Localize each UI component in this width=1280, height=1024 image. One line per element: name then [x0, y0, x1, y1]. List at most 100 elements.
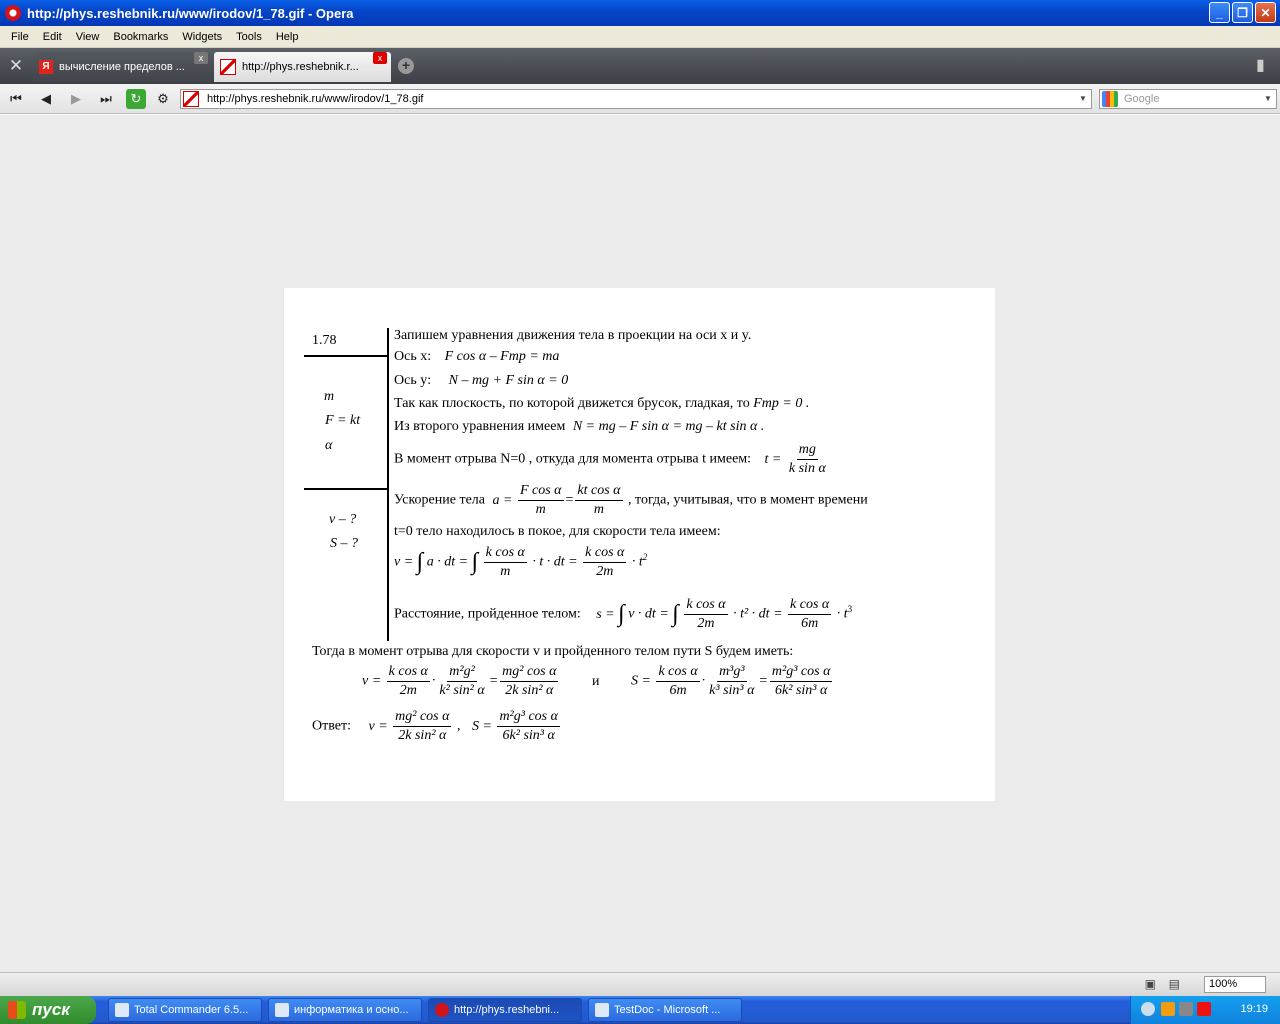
start-button[interactable]: пуск — [0, 996, 96, 1024]
menu-widgets[interactable]: Widgets — [175, 31, 229, 43]
opera-icon — [435, 1003, 449, 1017]
given-m: m — [324, 389, 335, 404]
taskbar-item[interactable]: Total Commander 6.5... — [108, 998, 262, 1022]
fraction: m²g³ cos α 6k² sin³ α — [769, 664, 833, 698]
integral-sign: ∫ — [618, 601, 625, 627]
answer-label: Ответ: — [312, 718, 351, 734]
find-s: S – ? — [330, 536, 358, 551]
equation: F cos α – Fтр = ma — [444, 349, 560, 364]
fraction: k cos α 2m — [583, 545, 627, 579]
solution-line: Из второго уравнения имеем — [394, 419, 566, 434]
windows-logo-icon — [8, 1001, 26, 1019]
given-alpha: α — [325, 438, 333, 453]
integral-sign: ∫ — [416, 549, 424, 575]
tab-yandex[interactable]: Я вычисление пределов ... x — [33, 52, 210, 82]
chevron-down-icon[interactable]: ▼ — [1260, 90, 1276, 108]
equation: N = mg – F sin α = mg – kt sin α . — [572, 419, 765, 434]
zoom-value: 100% — [1209, 978, 1238, 990]
tray-arrow-icon[interactable] — [1141, 1002, 1155, 1016]
given-force: F = kt — [325, 413, 361, 428]
tab-close-icon[interactable]: x — [194, 52, 208, 64]
solution-line: Ускорение тела — [394, 492, 485, 508]
start-label: пуск — [32, 1000, 70, 1019]
back-icon[interactable]: ◀ — [36, 89, 56, 109]
rewind-icon[interactable]: ⏮ — [6, 89, 26, 109]
find-v: v – ? — [329, 512, 357, 527]
solution-line: Запишем уравнения движения тела в проекц… — [394, 328, 752, 343]
status-bar: ▣ ▤ 100% — [0, 972, 1280, 996]
opera-logo-icon — [5, 5, 21, 21]
network-icon[interactable] — [1179, 1002, 1193, 1016]
fraction: kt cos α m — [575, 483, 623, 517]
menu-file[interactable]: File — [4, 31, 36, 43]
fraction: mg² cos α 2k sin² α — [500, 664, 559, 698]
trash-icon[interactable]: ▮ — [1256, 55, 1272, 75]
forward-icon[interactable]: ▶ — [66, 89, 86, 109]
new-tab-icon[interactable]: + — [398, 58, 414, 74]
divider-horizontal — [304, 355, 388, 357]
solution-image: 1.78 m F = kt α v – ? S – ? Запишем урав… — [284, 288, 995, 801]
address-field[interactable]: http://phys.reshebnik.ru/www/irodov/1_78… — [180, 89, 1092, 109]
integral-sign: ∫ — [672, 601, 679, 627]
images-icon[interactable]: ▤ — [1169, 977, 1180, 991]
window-title: http://phys.reshebnik.ru/www/irodov/1_78… — [27, 5, 354, 21]
chevron-down-icon[interactable]: ▼ — [1075, 90, 1091, 108]
divider-horizontal — [304, 488, 388, 490]
navigation-bar: ⏮ ◀ ▶ ⏭ ↻ ⚙ http://phys.reshebnik.ru/www… — [0, 84, 1280, 114]
equation: t = — [764, 451, 782, 467]
page-favicon-icon — [220, 59, 236, 75]
menu-view[interactable]: View — [69, 31, 107, 43]
page-favicon-icon — [183, 91, 199, 107]
menu-help[interactable]: Help — [269, 31, 306, 43]
fast-forward-icon[interactable]: ⏭ — [96, 89, 116, 109]
tools-icon[interactable]: ✕ — [6, 56, 26, 76]
media-icon[interactable] — [1161, 1002, 1175, 1016]
word-icon — [595, 1003, 609, 1017]
url-text: http://phys.reshebnik.ru/www/irodov/1_78… — [207, 93, 424, 105]
system-tray: 19:19 — [1130, 996, 1280, 1024]
equation: Fтр = 0 . — [753, 396, 810, 411]
fraction: m²g³ cos α 6k² sin³ α — [497, 709, 560, 743]
divider-vertical — [387, 328, 389, 641]
fraction: k cos α 6m — [656, 664, 700, 698]
integral-sign: ∫ — [471, 549, 479, 575]
wand-icon[interactable]: ⚙ — [153, 89, 173, 109]
page-viewport: 1.78 m F = kt α v – ? S – ? Запишем урав… — [0, 115, 1280, 972]
minimize-button[interactable]: _ — [1209, 2, 1230, 23]
yandex-favicon-icon: Я — [39, 60, 53, 74]
tab-close-icon[interactable]: x — [373, 52, 387, 64]
menu-bookmarks[interactable]: Bookmarks — [106, 31, 175, 43]
taskbar-item[interactable]: информатика и осно... — [268, 998, 422, 1022]
problem-number: 1.78 — [312, 333, 337, 348]
tab-label: вычисление пределов ... — [59, 61, 185, 73]
reload-icon[interactable]: ↻ — [126, 89, 146, 109]
turbo-icon[interactable]: ▣ — [1145, 977, 1156, 991]
search-placeholder: Google — [1124, 93, 1160, 105]
clock: 19:19 — [1240, 1003, 1268, 1015]
fraction: k cos α 2m — [386, 664, 430, 698]
solution-line: Тогда в момент отрыва для скорости v и п… — [312, 644, 794, 659]
fraction: F cos α m — [517, 483, 564, 517]
fraction: m²g² k² sin² α — [439, 664, 485, 698]
word-icon — [275, 1003, 289, 1017]
zoom-select[interactable]: 100% — [1204, 976, 1266, 993]
google-icon[interactable] — [1102, 91, 1118, 107]
tab-reshebnik[interactable]: http://phys.reshebnik.r... x — [214, 52, 391, 82]
fraction: k cos α m — [483, 545, 527, 579]
solution-line: t=0 тело находилось в покое, для скорост… — [394, 524, 721, 539]
window-title-bar[interactable]: http://phys.reshebnik.ru/www/irodov/1_78… — [0, 0, 1280, 26]
fraction: m³g³ k³ sin³ α — [709, 664, 755, 698]
equation: N – mg + F sin α = 0 — [448, 373, 569, 388]
solution-line: , тогда, учитывая, что в момент времени — [628, 492, 868, 508]
maximize-button[interactable]: ❐ — [1232, 2, 1253, 23]
menu-tools[interactable]: Tools — [229, 31, 269, 43]
menu-edit[interactable]: Edit — [36, 31, 69, 43]
solution-line: Расстояние, пройденное телом: — [394, 606, 581, 622]
total-commander-icon — [115, 1003, 129, 1017]
taskbar-item[interactable]: http://phys.reshebni... — [428, 998, 582, 1022]
antivirus-icon[interactable] — [1197, 1002, 1211, 1016]
tab-bar: ✕ Я вычисление пределов ... x http://phy… — [0, 48, 1280, 84]
search-field[interactable]: Google ▼ — [1099, 89, 1277, 109]
close-button[interactable]: ✕ — [1255, 2, 1276, 23]
taskbar-item[interactable]: TestDoc - Microsoft ... — [588, 998, 742, 1022]
